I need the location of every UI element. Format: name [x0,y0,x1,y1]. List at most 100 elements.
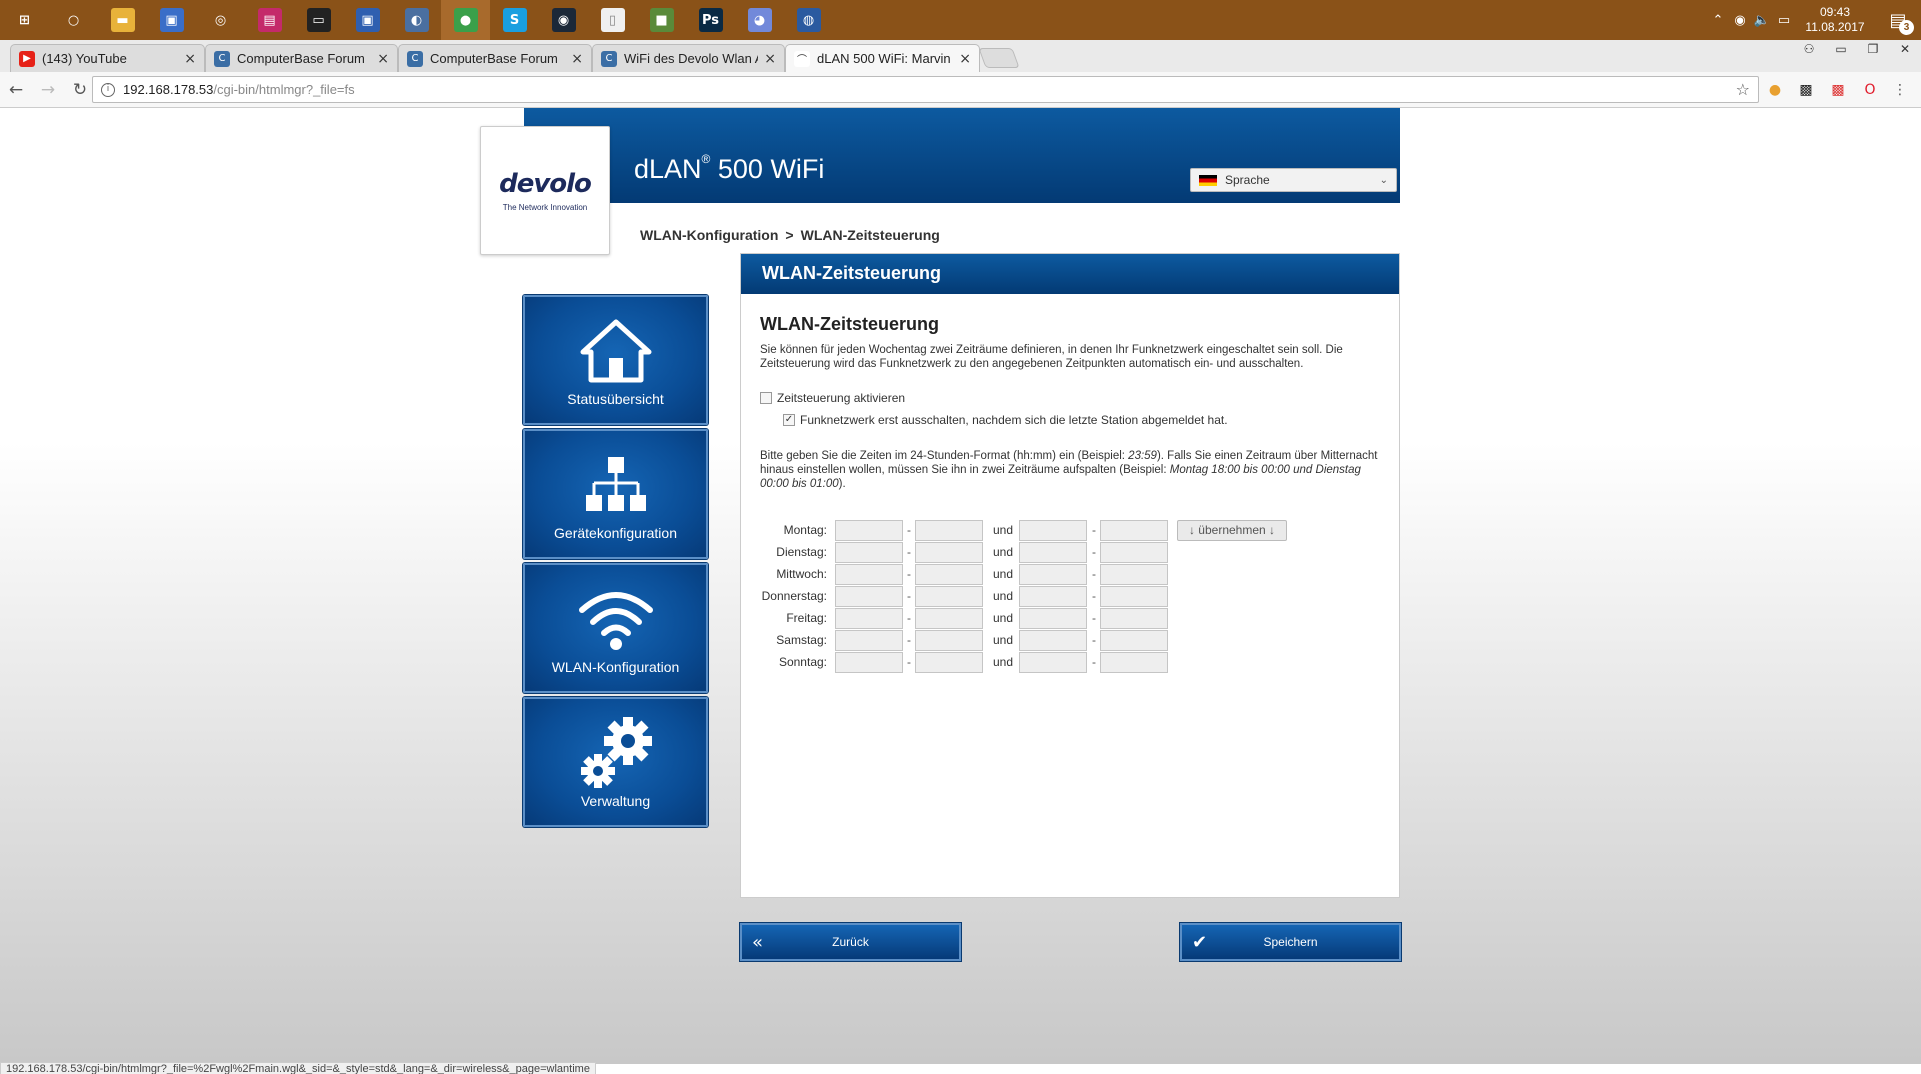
end-2-input[interactable] [1100,608,1168,629]
remote-desktop-icon[interactable]: ▣ [343,0,392,40]
vpn-icon[interactable]: ◍ [784,0,833,40]
steam-icon[interactable]: ◉ [539,0,588,40]
end-2-input[interactable] [1100,652,1168,673]
chevron-up-icon[interactable]: ⌃ [1707,13,1729,28]
end-1-input[interactable] [915,608,983,629]
end-2-input[interactable] [1100,586,1168,607]
back-arrow-icon[interactable]: ← [0,80,32,100]
minimize-icon[interactable]: ▭ [1825,40,1857,62]
tab-computerbase-2[interactable]: C ComputerBase Forum × [398,44,592,72]
start-2-input[interactable] [1019,542,1087,563]
enable-schedule-checkbox[interactable] [760,392,772,404]
wifi-icon [576,583,656,655]
end-1-input[interactable] [915,520,983,541]
end-1-input[interactable] [915,652,983,673]
end-2-input[interactable] [1100,564,1168,585]
steam-vr-icon[interactable]: ◐ [392,0,441,40]
start-2-input[interactable] [1019,608,1087,629]
language-select[interactable]: Sprache ⌄ [1190,168,1397,192]
end-2-input[interactable] [1100,542,1168,563]
start-1-input[interactable] [835,608,903,629]
extension-red-icon[interactable]: ▩ [1828,80,1848,100]
bookmark-star-icon[interactable]: ☆ [1736,80,1750,99]
range-dash: - [907,589,911,603]
end-1-input[interactable] [915,564,983,585]
start-2-input[interactable] [1019,564,1087,585]
network-app-icon[interactable]: ▣ [147,0,196,40]
nav-status-overview[interactable]: Statusübersicht [523,295,708,425]
volume-icon[interactable]: 🔈 [1751,13,1773,28]
end-1-input[interactable] [915,542,983,563]
breadcrumb-parent[interactable]: WLAN-Konfiguration [640,227,778,243]
start-1-input[interactable] [835,564,903,585]
clock[interactable]: 09:43 11.08.2017 [1795,5,1875,35]
tab-dlan-active[interactable]: ⌒ dLAN 500 WiFi: Marvin Z × [785,44,980,72]
chrome-icon[interactable]: ● [441,0,490,40]
close-tab-icon[interactable]: × [764,51,776,67]
extension-icon[interactable]: ▩ [1796,80,1816,100]
start-2-input[interactable] [1019,586,1087,607]
forward-arrow-icon[interactable]: → [32,80,64,100]
minecraft-icon[interactable]: ■ [637,0,686,40]
nav-device-config[interactable]: Gerätekonfiguration [523,429,708,559]
nav-wlan-config[interactable]: WLAN-Konfiguration [523,563,708,693]
and-label: und [993,611,1014,625]
steam-tray-icon[interactable]: ◉ [1729,13,1751,28]
close-window-icon[interactable]: ✕ [1889,40,1921,62]
windows-start-icon[interactable]: ⊞ [0,0,49,40]
start-1-input[interactable] [835,586,903,607]
close-tab-icon[interactable]: × [377,51,389,67]
close-tab-icon[interactable]: × [571,51,583,67]
start-2-input[interactable] [1019,520,1087,541]
nav-administration[interactable]: Verwaltung [523,697,708,827]
end-1-input[interactable] [915,630,983,651]
range-dash: - [1092,633,1096,647]
photoshop-icon[interactable]: Ps [686,0,735,40]
logo-word: devolo [499,169,592,199]
profile-icon[interactable]: ⚇ [1793,40,1825,62]
end-2-input[interactable] [1100,520,1168,541]
new-tab-button[interactable] [978,48,1020,68]
end-1-input[interactable] [915,586,983,607]
close-tab-icon[interactable]: × [184,51,196,67]
save-button[interactable]: ✔ Speichern [1180,923,1401,961]
end-2-input[interactable] [1100,630,1168,651]
skype-icon[interactable]: S [490,0,539,40]
action-center-button[interactable]: ▤ 3 [1875,0,1921,40]
day-label: Sonntag: [778,655,827,669]
address-bar[interactable]: i 192.168.178.53/cgi-bin/htmlmgr?_file=f… [92,76,1759,103]
tab-youtube[interactable]: ▶ (143) YouTube × [10,44,205,72]
and-label: und [993,545,1014,559]
start-1-input[interactable] [835,520,903,541]
cortana-icon[interactable]: ○ [49,0,98,40]
tab-computerbase-1[interactable]: C ComputerBase Forum × [205,44,398,72]
double-chevron-left-icon: « [752,931,764,953]
menu-dots-icon[interactable]: ⋮ [1890,80,1910,100]
restore-icon[interactable]: ❐ [1857,40,1889,62]
winrar-icon[interactable]: ▤ [245,0,294,40]
document-icon[interactable]: ▯ [588,0,637,40]
start-2-input[interactable] [1019,652,1087,673]
network-tree-icon [583,449,649,521]
window-controls: ⚇ ▭ ❐ ✕ [1793,40,1921,62]
apply-to-all-button[interactable]: ↓ übernehmen ↓ [1177,520,1287,541]
network-icon[interactable]: ▭ [1773,13,1795,28]
start-1-input[interactable] [835,652,903,673]
start-1-input[interactable] [835,542,903,563]
opera-icon[interactable]: O [1860,80,1880,100]
wait-last-station-checkbox[interactable]: ✓ [783,414,795,426]
back-button[interactable]: « Zurück [740,923,961,961]
start-1-input[interactable] [835,630,903,651]
devolo-logo[interactable]: devolo The Network Innovation [480,126,610,255]
cookie-extension-icon[interactable]: ● [1765,80,1785,100]
info-icon[interactable]: i [101,82,115,97]
terminal-icon[interactable]: ▭ [294,0,343,40]
discord-icon[interactable]: ◕ [735,0,784,40]
close-tab-icon[interactable]: × [959,51,971,67]
breadcrumb: WLAN-Konfiguration > WLAN-Zeitsteuerung [640,227,940,243]
wait-last-station-label: Funknetzwerk erst ausschalten, nachdem s… [800,413,1228,427]
media-player-icon[interactable]: ◎ [196,0,245,40]
file-explorer-icon[interactable]: ▬ [98,0,147,40]
start-2-input[interactable] [1019,630,1087,651]
tab-wifi-devolo[interactable]: C WiFi des Devolo Wlan Ad × [592,44,785,72]
